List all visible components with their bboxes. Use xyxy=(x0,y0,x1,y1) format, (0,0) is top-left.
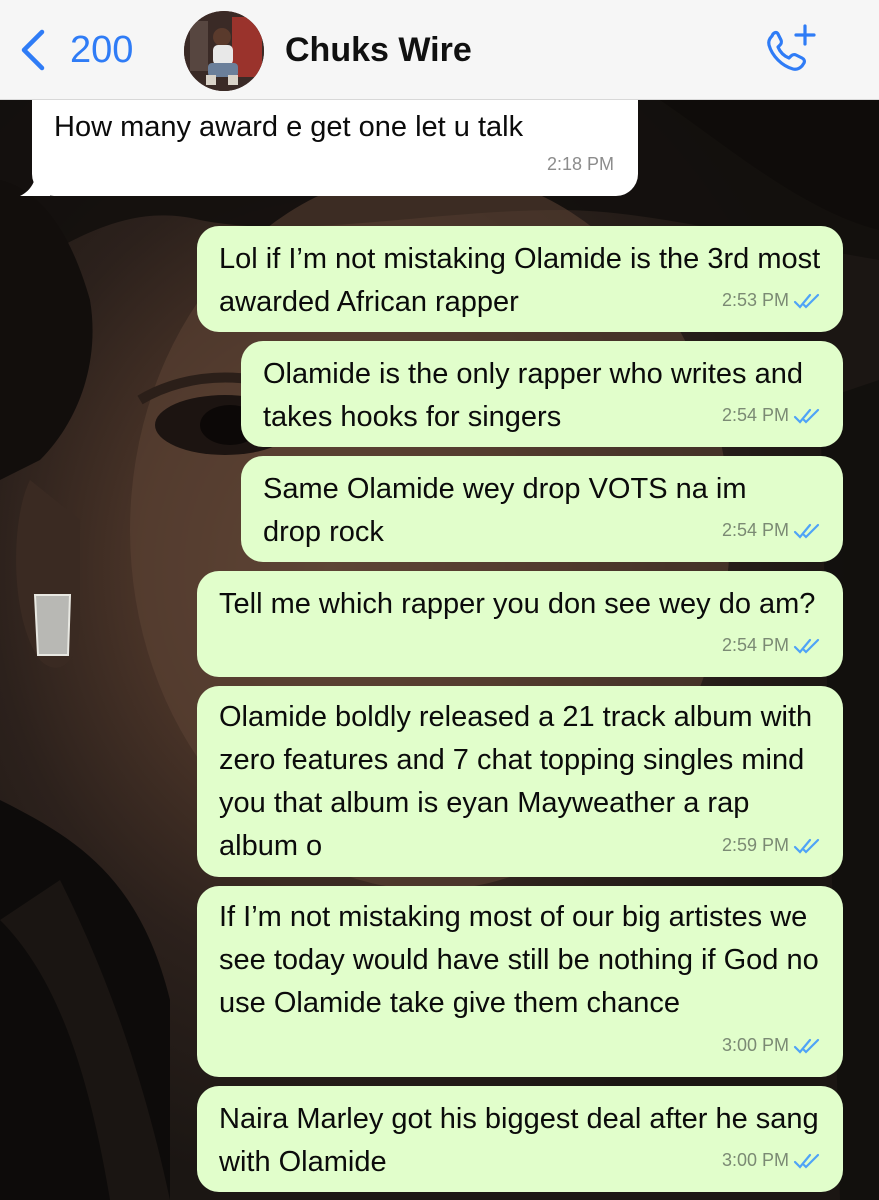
message-bubble-outgoing[interactable]: Lol if I’m not mistaking Olamide is the … xyxy=(197,226,843,332)
message-meta: 2:59 PM xyxy=(722,824,821,867)
chevron-left-icon xyxy=(21,29,45,71)
message-time: 2:54 PM xyxy=(721,635,789,655)
double-check-icon xyxy=(793,1038,820,1054)
message-time: 2:54 PM xyxy=(721,405,789,425)
message-meta: 2:53 PM xyxy=(722,279,821,322)
message-bubble-outgoing[interactable]: Same Olamide wey drop VOTS na im drop ro… xyxy=(241,456,843,562)
add-call-icon xyxy=(767,24,816,71)
message-bubble-outgoing[interactable]: Naira Marley got his biggest deal after … xyxy=(197,1086,843,1192)
double-check-icon xyxy=(793,1153,820,1169)
avatar-photo xyxy=(184,11,264,91)
message-meta: 3:00 PM xyxy=(722,1024,821,1067)
message-time: 2:59 PM xyxy=(721,835,789,855)
double-check-icon xyxy=(793,523,820,539)
message-bubble-outgoing[interactable]: If I’m not mistaking most of our big art… xyxy=(197,886,843,1077)
message-text: If I’m not mistaking most of our big art… xyxy=(219,901,819,1019)
message-meta: 3:00 PM xyxy=(722,1139,821,1182)
message-text: How many award e get one let u talk xyxy=(54,111,524,143)
bubble-tail xyxy=(20,170,50,196)
contact-avatar[interactable] xyxy=(184,11,264,91)
message-meta: 2:54 PM xyxy=(722,394,821,437)
message-time: 2:18 PM xyxy=(546,154,614,174)
message-time: 2:53 PM xyxy=(721,290,789,310)
message-bubble-outgoing[interactable]: Olamide boldly released a 21 track album… xyxy=(197,686,843,877)
message-bubble-outgoing[interactable]: Tell me which rapper you don see wey do … xyxy=(197,571,843,677)
message-bubble-incoming[interactable]: How many award e get one let u talk 2:18… xyxy=(20,98,638,196)
earring-shape xyxy=(33,594,72,656)
double-check-icon xyxy=(793,293,820,309)
message-time: 3:00 PM xyxy=(721,1150,789,1170)
add-call-button[interactable] xyxy=(760,22,820,78)
message-time: 3:00 PM xyxy=(721,1035,789,1055)
message-bubble-outgoing[interactable]: Olamide is the only rapper who writes an… xyxy=(241,341,843,447)
double-check-icon xyxy=(793,838,820,854)
message-time: 2:54 PM xyxy=(721,520,789,540)
back-button[interactable]: 200 xyxy=(18,26,133,74)
message-meta: 2:54 PM xyxy=(722,509,821,552)
message-text: Tell me which rapper you don see wey do … xyxy=(219,588,816,620)
double-check-icon xyxy=(793,638,820,654)
message-meta: 2:18 PM xyxy=(547,143,614,186)
double-check-icon xyxy=(793,408,820,424)
unread-count: 200 xyxy=(70,28,134,71)
message-meta: 2:54 PM xyxy=(722,624,821,667)
chat-header: 200 Chuks Wire xyxy=(0,0,879,100)
contact-name[interactable]: Chuks Wire xyxy=(285,31,472,70)
